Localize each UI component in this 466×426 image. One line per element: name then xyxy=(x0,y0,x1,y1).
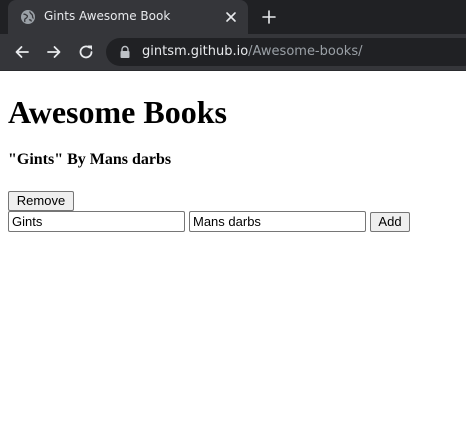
book-entry: "Gints" By Mans darbs xyxy=(8,151,172,168)
title-input[interactable] xyxy=(8,211,185,232)
tab-active[interactable]: Gints Awesome Book xyxy=(8,0,248,34)
url-path: /Awesome-books/ xyxy=(248,44,363,59)
lock-icon[interactable] xyxy=(118,45,132,59)
url-text[interactable]: gintsm.github.io/Awesome-books/ xyxy=(142,44,362,59)
browser-toolbar: gintsm.github.io/Awesome-books/ xyxy=(0,34,466,70)
browser-window: Gints Awesome Book gintsm.github.io/Awes… xyxy=(0,0,466,426)
globe-icon xyxy=(21,10,35,24)
address-bar[interactable]: gintsm.github.io/Awesome-books/ xyxy=(106,38,466,66)
add-button[interactable]: Add xyxy=(370,212,410,232)
plus-icon[interactable] xyxy=(260,8,278,26)
page-title: Awesome Books xyxy=(8,94,227,130)
reload-icon[interactable] xyxy=(77,43,95,61)
forward-arrow-icon[interactable] xyxy=(45,43,63,61)
page-content: Awesome Books "Gints" By Mans darbs Remo… xyxy=(0,71,466,426)
url-host: gintsm.github.io xyxy=(142,44,249,59)
close-icon[interactable] xyxy=(222,8,240,26)
remove-button[interactable]: Remove xyxy=(8,191,74,211)
tab-title: Gints Awesome Book xyxy=(44,9,171,23)
tab-strip: Gints Awesome Book xyxy=(0,0,466,34)
back-arrow-icon[interactable] xyxy=(13,43,31,61)
author-input[interactable] xyxy=(189,211,366,232)
